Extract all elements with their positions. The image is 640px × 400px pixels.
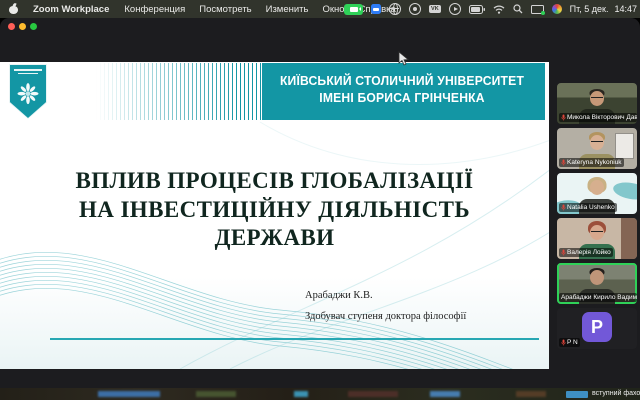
slide-title-line1: ВПЛИВ ПРОЦЕСІВ ГЛОБАЛІЗАЦІЇ (0, 167, 549, 196)
apple-menu-icon[interactable] (9, 4, 18, 14)
menu-bar-clock[interactable]: 14:47 (614, 4, 637, 14)
participant-tile-natalia[interactable]: Natalia Ushenko (557, 173, 637, 214)
window-close-button[interactable] (8, 23, 15, 30)
background-furniture (621, 218, 637, 259)
participant-name: Арабаджи Кирило Вадимо... (561, 294, 637, 301)
menu-edit[interactable]: Изменить (259, 4, 316, 15)
muted-mic-icon (561, 159, 566, 166)
participant-tile-pn[interactable]: P P N (557, 308, 637, 349)
slide-author-role: Здобувач ступеня доктора філософії (305, 311, 466, 322)
menu-bar-date[interactable]: Пт, 5 дек. (570, 4, 609, 14)
participant-name: P N (567, 339, 578, 346)
phone-status-icon[interactable] (409, 3, 421, 15)
background-window-label: вступний фахо (592, 390, 640, 397)
shared-screen-slide: КИЇВСЬКИЙ СТОЛИЧНИЙ УНІВЕРСИТЕТ ІМЕНІ БО… (0, 62, 549, 369)
play-status-icon[interactable] (449, 3, 461, 15)
window-minimize-button[interactable] (19, 23, 26, 30)
macos-menu-bar: Zoom Workplace Конференция Посмотреть Из… (0, 0, 640, 18)
avatar: P (582, 312, 612, 342)
menu-bar-status-area: VK Пт, 5 дек. 14:47 (344, 0, 637, 18)
participant-name: Kateryna Nykoniuk (567, 159, 622, 166)
menu-conference[interactable]: Конференция (117, 4, 192, 15)
muted-mic-icon (561, 249, 566, 256)
participant-name: Валерія Лойко (567, 249, 611, 256)
slide-author-name: Арабаджи К.В. (305, 290, 373, 301)
window-zoom-button[interactable] (30, 23, 37, 30)
university-name: КИЇВСЬКИЙ СТОЛИЧНИЙ УНІВЕРСИТЕТ ІМЕНІ БО… (257, 73, 548, 106)
globe-status-icon[interactable] (389, 3, 401, 15)
slide-title-line3: ДЕРЖАВИ (0, 224, 549, 253)
wifi-icon[interactable] (493, 5, 505, 14)
vk-status-icon[interactable]: VK (429, 5, 441, 13)
color-profile-icon[interactable] (552, 4, 562, 14)
muted-mic-icon (561, 114, 566, 121)
whiteboard (615, 133, 634, 159)
muted-mic-icon (561, 339, 566, 346)
participant-tile-mykola[interactable]: Микола Вікторович Дав... (557, 83, 637, 124)
muted-mic-icon (561, 204, 566, 211)
mouse-cursor-icon (398, 51, 409, 66)
wall-graphic (612, 180, 637, 202)
blue-app-status-icon[interactable] (371, 4, 381, 14)
screen-mirroring-icon[interactable] (531, 4, 544, 14)
logo-flower-icon (17, 83, 39, 105)
background-window-button (566, 391, 588, 398)
battery-icon[interactable] (469, 5, 485, 14)
band-stripe-fade (96, 63, 264, 120)
participant-tile-kateryna[interactable]: Kateryna Nykoniuk (557, 128, 637, 169)
participant-tile-valeriia[interactable]: Валерія Лойко (557, 218, 637, 259)
menu-zoom-workplace[interactable]: Zoom Workplace (25, 4, 117, 15)
university-logo (9, 64, 47, 119)
slide-divider-line (50, 338, 539, 340)
participant-name: Микола Вікторович Дав... (567, 114, 637, 121)
screen-recording-indicator-icon[interactable] (344, 4, 363, 15)
slide-title: ВПЛИВ ПРОЦЕСІВ ГЛОБАЛІЗАЦІЇ НА ІНВЕСТИЦІ… (0, 167, 549, 253)
university-name-line1: КИЇВСЬКИЙ СТОЛИЧНИЙ УНІВЕРСИТЕТ (257, 73, 548, 90)
search-icon[interactable] (513, 4, 523, 14)
background-window-sliver[interactable]: вступний фахо (0, 388, 640, 400)
menu-view[interactable]: Посмотреть (192, 4, 258, 15)
university-name-line2: ІМЕНІ БОРИСА ГРІНЧЕНКА (257, 90, 548, 107)
participant-tile-arabadzhy-active-speaker[interactable]: Арабаджи Кирило Вадимо... (557, 263, 637, 304)
slide-title-line2: НА ІНВЕСТИЦІЙНУ ДІЯЛЬНІСТЬ (0, 196, 549, 225)
participant-name: Natalia Ushenko (567, 204, 615, 211)
